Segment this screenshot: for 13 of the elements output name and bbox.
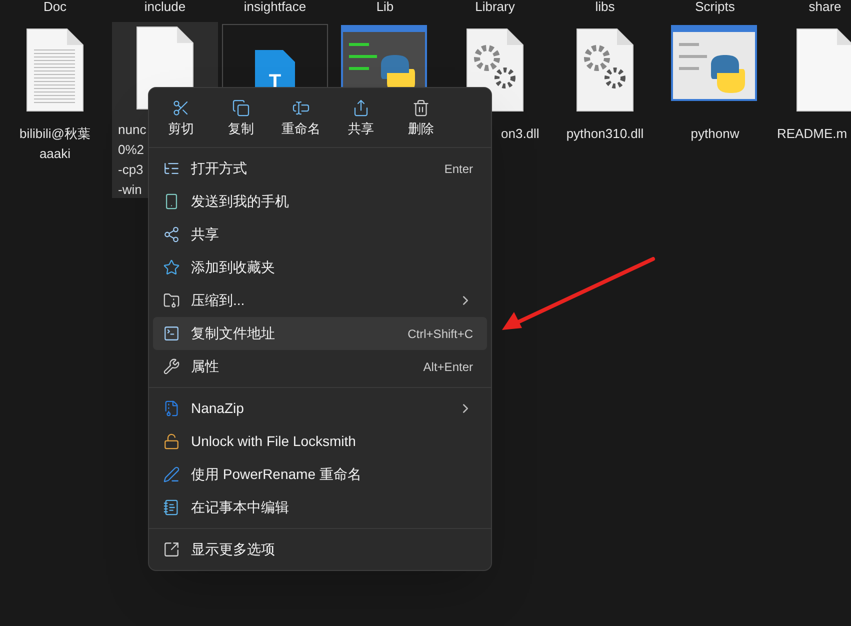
file-name: -cp3: [118, 161, 144, 179]
file-name: aaaki: [39, 145, 71, 163]
shortcut-text: Ctrl+Shift+C: [408, 326, 473, 342]
shortcut-text: Enter: [444, 160, 473, 178]
file-name: pythonw: [690, 125, 740, 143]
file-name: bilibili@秋葉: [20, 125, 90, 143]
file-name: README.m: [777, 125, 848, 143]
file-name: -win: [118, 181, 142, 199]
file-name: python310.dll: [566, 125, 644, 143]
shortcut-text: Alt+Enter: [423, 358, 473, 376]
file-name: on3.dll: [501, 125, 540, 143]
file-name: 0%2: [118, 141, 144, 159]
file-name: nunc: [118, 121, 146, 139]
